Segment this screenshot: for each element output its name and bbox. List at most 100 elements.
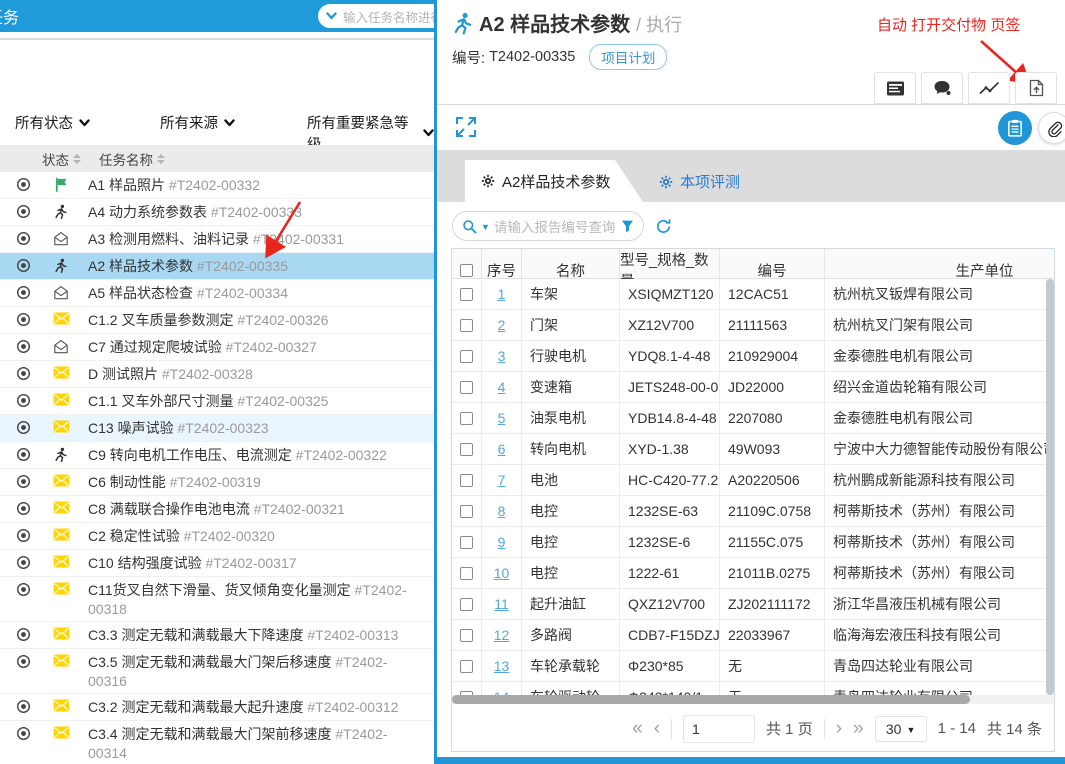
envelope-yellow-icon [52,312,70,325]
row-number-link[interactable]: 2 [498,317,506,333]
file-upload-icon [1029,79,1044,97]
task-row[interactable]: A5 样品状态检查 #T2402-00334 [0,280,434,307]
row-number-link[interactable]: 5 [498,410,506,426]
task-row[interactable]: A1 样品照片 #T2402-00332 [0,172,434,199]
task-row[interactable]: C3.2 测定无载和满载最大起升速度 #T2402-00312 [0,694,434,721]
row-checkbox[interactable] [460,566,473,580]
prev-page-button[interactable]: ‹ [654,719,660,738]
model-spec-cell: 1232SE-6 [620,527,720,557]
gear-icon [481,174,495,188]
row-checkbox[interactable] [460,597,473,611]
row-checkbox[interactable] [460,504,473,518]
task-row[interactable]: C6 制动性能 #T2402-00319 [0,469,434,496]
task-name: C3.3 测定无载和满载最大下降速度 [88,627,304,643]
horizontal-scrollbar[interactable] [452,695,1054,704]
task-row[interactable]: C1.1 叉车外部尺寸测量 #T2402-00325 [0,388,434,415]
row-number-link[interactable]: 11 [494,596,509,612]
task-row[interactable]: C13 噪声试验 #T2402-00323 [0,415,434,442]
vertical-scrollbar[interactable] [1046,279,1054,695]
serial-cell: 210929004 [720,341,825,371]
manufacturer-cell: 绍兴金道齿轮箱有限公司 [825,372,1054,402]
row-number-link[interactable]: 10 [494,565,510,581]
column-status[interactable]: 状态 [42,149,81,169]
row-checkbox[interactable] [460,380,473,394]
last-page-button[interactable]: » [853,719,864,738]
page-number-input[interactable]: 1 [683,714,756,743]
model-spec-cell: YDB14.8-4-48 [620,403,720,433]
parts-table-header: 序号名称型号_规格_数量编号生产单位 [452,249,1054,291]
row-number-link[interactable]: 4 [498,379,506,395]
task-label: A3 检测用燃料、油料记录 #T2402-00331 [88,230,418,249]
tab-evaluation[interactable]: 本项评测 [659,171,740,192]
part-name-cell: 行驶电机 [522,341,620,371]
task-row[interactable]: C3.5 测定无载和满载最大门架后移速度 #T2402-00316 [0,649,434,694]
table-row: 2 门架 XZ12V700 21111563 杭州杭叉门架有限公司 [452,310,1054,341]
code-label: 编号: [452,50,486,67]
row-number-link[interactable]: 12 [494,627,510,643]
row-number-link[interactable]: 7 [498,472,506,488]
row-checkbox[interactable] [460,473,473,487]
column-task-name[interactable]: 任务名称 [99,149,165,169]
project-plan-badge[interactable]: 项目计划 [589,44,668,70]
task-row[interactable]: C3.3 测定无载和满载最大下降速度 #T2402-00313 [0,622,434,649]
task-row[interactable]: A3 检测用燃料、油料记录 #T2402-00331 [0,226,434,253]
task-row[interactable]: C2 稳定性试验 #T2402-00320 [0,523,434,550]
file-upload-button[interactable] [1015,72,1057,104]
first-page-button[interactable]: « [632,719,643,738]
task-row[interactable]: C1.2 叉车质量参数测定 #T2402-00326 [0,307,434,334]
row-number-link[interactable]: 8 [498,503,506,519]
row-checkbox[interactable] [460,349,473,363]
trend-icon [979,81,1000,96]
row-checkbox[interactable] [460,411,473,425]
sort-icon[interactable] [73,153,81,164]
attachment-button[interactable] [1038,112,1065,144]
task-row[interactable]: A2 样品技术参数 #T2402-00335 [0,253,434,280]
select-all-checkbox[interactable] [460,263,473,277]
parts-table: 序号名称型号_规格_数量编号生产单位 1车架XSIQMZT12012CAC51杭… [451,248,1055,752]
task-row[interactable]: C8 满载联合操作电池电流 #T2402-00321 [0,496,434,523]
task-row[interactable]: D 测试照片 #T2402-00328 [0,361,434,388]
row-number-link[interactable]: 9 [498,534,506,550]
envelope-yellow-icon [52,699,70,712]
row-checkbox[interactable] [460,628,473,642]
filter-status-dropdown[interactable]: 所有状态 [15,112,90,133]
task-row[interactable]: C3.4 测定无载和满载最大门架前移速度 #T2402-00314 [0,721,434,764]
row-checkbox[interactable] [460,287,473,301]
row-checkbox[interactable] [460,442,473,456]
task-row[interactable]: A4 动力系统参数表 #T2402-00333 [0,199,434,226]
row-number-link[interactable]: 13 [494,658,510,674]
row-checkbox[interactable] [460,659,473,673]
row-number-link[interactable]: 6 [498,441,506,457]
task-row[interactable]: C7 通过规定爬坡试验 #T2402-00327 [0,334,434,361]
filter-funnel-icon[interactable] [621,219,634,233]
refresh-icon[interactable] [655,218,672,235]
task-row[interactable]: C10 结构强度试验 #T2402-00317 [0,550,434,577]
deliverable-clipboard-button[interactable] [998,111,1032,145]
sort-icon[interactable] [157,153,165,164]
report-search-input[interactable]: ▼ 请输入报告编号查询 [452,211,644,241]
task-row[interactable]: C9 转向电机工作电压、电流测定 #T2402-00322 [0,442,434,469]
filter-source-label: 所有来源 [160,116,218,132]
trend-button[interactable] [968,72,1010,104]
caret-down-icon: ▼ [481,222,490,232]
page-title: A2 样品技术参数 / 执行 [479,14,683,36]
row-number-link[interactable]: 1 [498,286,506,302]
task-name: C1.2 叉车质量参数测定 [88,312,234,328]
filter-source-dropdown[interactable]: 所有来源 [160,112,235,133]
comment-button[interactable] [921,72,963,104]
expand-icon[interactable] [455,116,477,138]
task-code: #T2402-00323 [173,420,269,436]
model-spec-cell: 1222-61 [620,558,720,588]
next-page-button[interactable]: › [836,719,842,738]
task-label: A2 样品技术参数 #T2402-00335 [88,257,418,276]
divider [437,104,1065,105]
page-size-select[interactable]: 30 ▼ [874,715,927,742]
row-number-link[interactable]: 3 [498,348,506,364]
tab-sample-tech-params[interactable]: A2样品技术参数 [465,160,643,202]
total-pages-label: 共 1 页 [766,721,813,738]
form-button[interactable] [874,72,916,104]
row-checkbox[interactable] [460,535,473,549]
row-checkbox[interactable] [460,318,473,332]
task-search-input[interactable]: 输入任务名称进行搜索 [318,4,434,28]
task-row[interactable]: C11货叉自然下滑量、货叉倾角变化量测定 #T2402-00318 [0,577,434,622]
